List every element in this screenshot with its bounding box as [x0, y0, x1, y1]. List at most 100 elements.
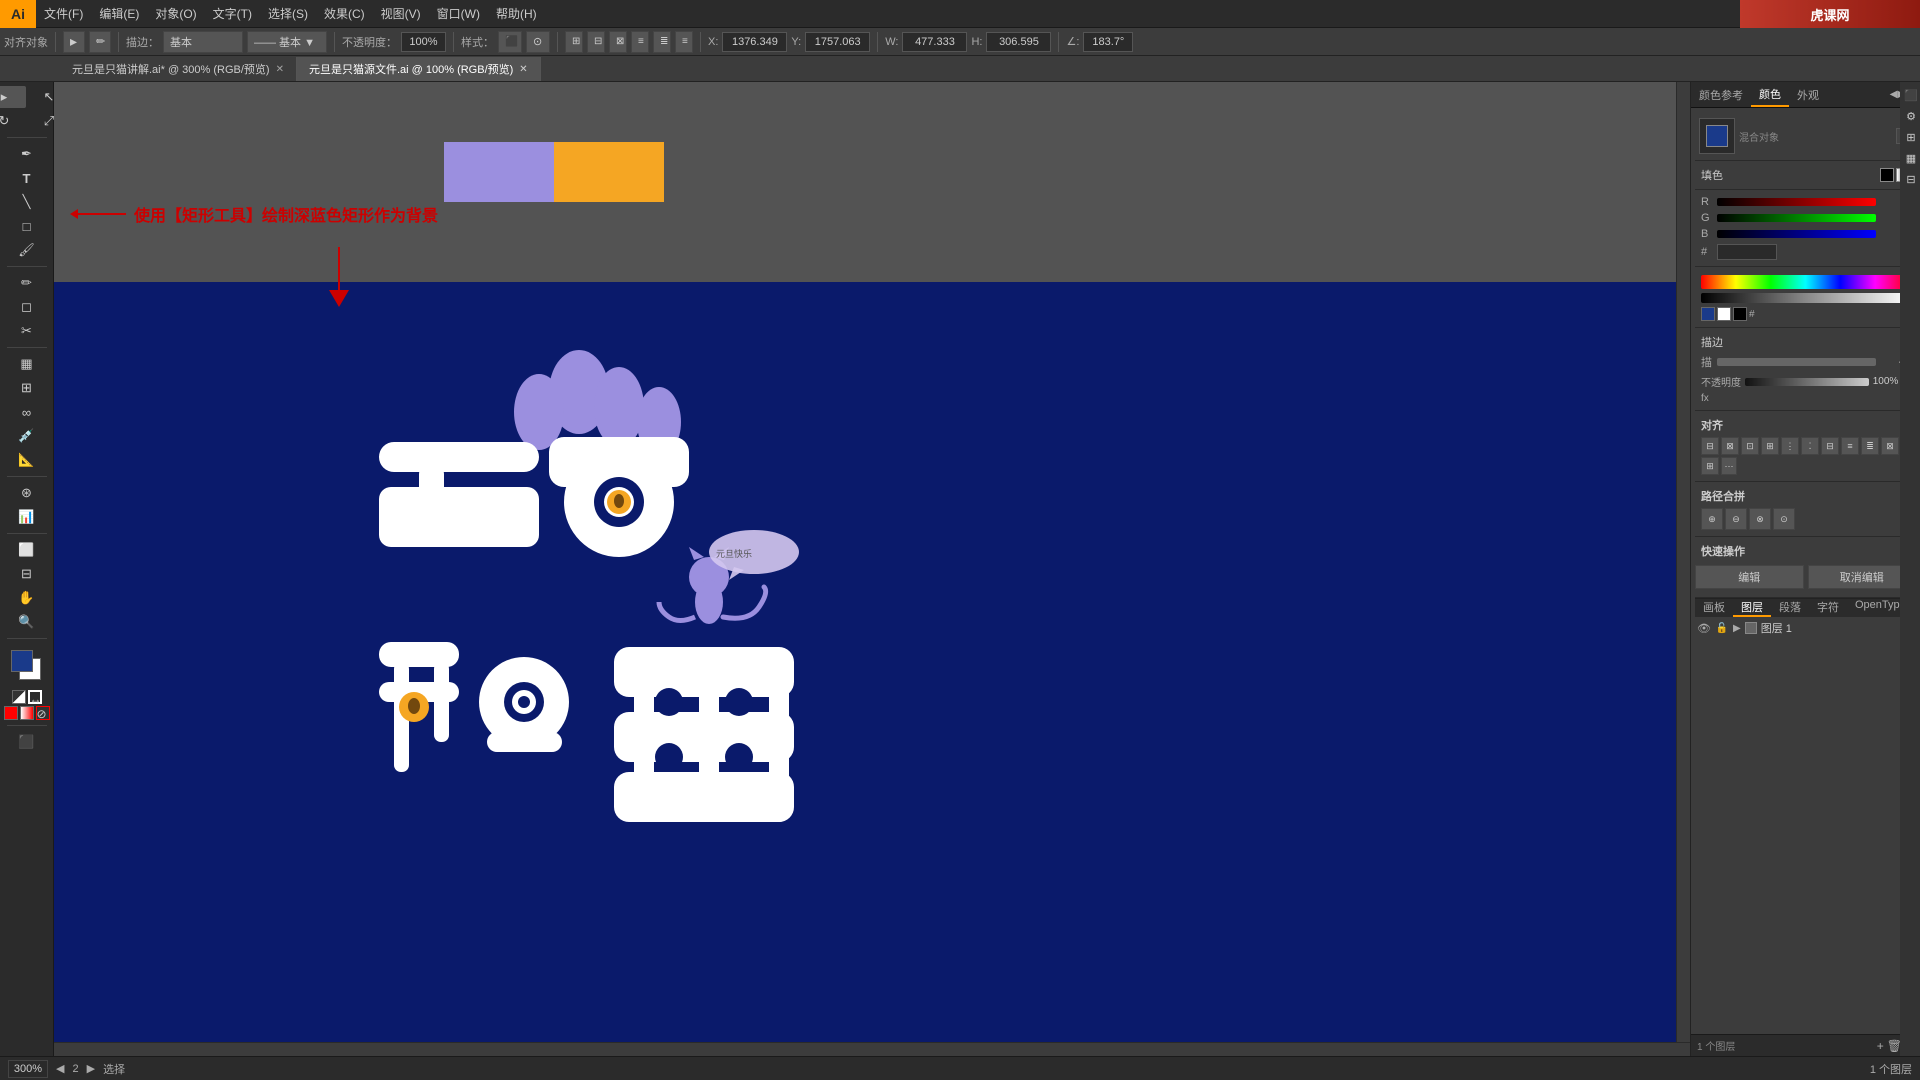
line-tool[interactable]: ╲ — [5, 191, 49, 213]
pen-tool[interactable]: ✒ — [5, 143, 49, 165]
vertical-scrollbar[interactable] — [1676, 82, 1690, 1042]
toolbar-w-input[interactable] — [902, 32, 967, 52]
pencil-tool[interactable]: ✏ — [5, 272, 49, 294]
mesh-tool[interactable]: ⊞ — [5, 377, 49, 399]
fill-color-box[interactable] — [11, 650, 33, 672]
align-btn-11[interactable]: ⊞ — [1701, 457, 1719, 475]
eraser-tool[interactable]: ◻ — [5, 296, 49, 318]
pathfinder-btn-1[interactable]: ⊕ — [1701, 508, 1723, 530]
menu-view[interactable]: 视图(V) — [373, 0, 429, 27]
layer-1-lock[interactable]: 🔓 — [1715, 621, 1729, 635]
nav-prev[interactable]: ◀ — [56, 1062, 64, 1075]
right-tab-color[interactable]: 颜色 — [1751, 82, 1789, 107]
r-slider[interactable] — [1717, 198, 1876, 206]
hex-input[interactable] — [1717, 244, 1777, 260]
toolbar-style-icon[interactable]: ⬛ — [498, 31, 522, 53]
hand-tool[interactable]: ✋ — [5, 587, 49, 609]
bw-spectrum-bar[interactable] — [1701, 293, 1910, 303]
align-btn-8[interactable]: ≡ — [1841, 437, 1859, 455]
toolbar-x-input[interactable] — [722, 32, 787, 52]
color-spectrum-bar[interactable] — [1701, 275, 1910, 289]
selection-tool[interactable]: ▸ — [0, 86, 26, 108]
artboard-tool[interactable]: ⬜ — [5, 539, 49, 561]
rect-tool[interactable]: □ — [5, 215, 49, 237]
layer-1-visibility[interactable]: 👁 — [1697, 621, 1711, 635]
stroke-slider[interactable] — [1717, 358, 1876, 366]
change-screen-mode[interactable]: ⬛ — [5, 731, 49, 753]
type-tool[interactable]: T — [5, 167, 49, 189]
fill-color-swatch[interactable] — [1880, 168, 1894, 182]
zoom-tool[interactable]: 🔍 — [5, 611, 49, 633]
menu-file[interactable]: 文件(F) — [36, 0, 91, 27]
tab-1-close[interactable]: ✕ — [519, 64, 527, 75]
right-panel-icon-5[interactable]: ⊟ — [1902, 170, 1920, 188]
pathfinder-btn-4[interactable]: ⊙ — [1773, 508, 1795, 530]
quick-edit-btn[interactable]: 编辑 — [1695, 565, 1804, 589]
toolbar-h-input[interactable] — [986, 32, 1051, 52]
default-colors-icon[interactable] — [12, 690, 26, 704]
layer-1-expand[interactable]: ▶ — [1733, 623, 1741, 634]
toolbar-angle-input[interactable] — [1083, 32, 1133, 52]
toolbar-select-icon[interactable]: ▸ — [63, 31, 85, 53]
canvas-area[interactable]: 使用【矩形工具】绘制深蓝色矩形作为背景 — [54, 82, 1690, 1056]
align-btn-9[interactable]: ≣ — [1861, 437, 1879, 455]
blend-tool[interactable]: ∞ — [5, 401, 49, 423]
bottom-tab-char[interactable]: 字符 — [1809, 599, 1847, 615]
b-slider[interactable] — [1717, 230, 1876, 238]
align-btn-4[interactable]: ⊞ — [1761, 437, 1779, 455]
zoom-input[interactable] — [8, 1060, 48, 1078]
align-top-btn[interactable]: ≡ — [631, 31, 649, 53]
bottom-tab-artboard[interactable]: 画板 — [1695, 599, 1733, 615]
color-mode-grad[interactable] — [20, 706, 34, 720]
color-mode-solid[interactable] — [4, 706, 18, 720]
right-panel-icon-4[interactable]: ▦ — [1902, 149, 1920, 167]
right-panel-icon-3[interactable]: ⊞ — [1902, 128, 1920, 146]
toolbar-circle-icon[interactable]: ⊙ — [526, 31, 550, 53]
align-btn-7[interactable]: ⊟ — [1821, 437, 1839, 455]
nav-next[interactable]: ▶ — [87, 1062, 95, 1075]
layer-1-row[interactable]: 👁 🔓 ▶ 图层 1 — [1695, 617, 1916, 639]
measure-tool[interactable]: 📐 — [5, 449, 49, 471]
menu-help[interactable]: 帮助(H) — [488, 0, 545, 27]
swatch-white[interactable] — [1717, 307, 1731, 321]
align-right-btn[interactable]: ⊠ — [609, 31, 627, 53]
align-middle-btn[interactable]: ≣ — [653, 31, 671, 53]
opacity-slider[interactable] — [1745, 378, 1869, 386]
toolbar-stroke-value[interactable]: 基本 — [163, 31, 243, 53]
tab-0[interactable]: 元旦是只猫讲解.ai* @ 300% (RGB/预览) ✕ — [60, 57, 297, 81]
horizontal-scrollbar[interactable] — [54, 1042, 1690, 1056]
menu-select[interactable]: 选择(S) — [260, 0, 316, 27]
g-slider[interactable] — [1717, 214, 1876, 222]
menu-text[interactable]: 文字(T) — [205, 0, 260, 27]
menu-edit[interactable]: 编辑(E) — [91, 0, 147, 27]
graph-tool[interactable]: 📊 — [5, 506, 49, 528]
align-btn-2[interactable]: ⊠ — [1721, 437, 1739, 455]
scissors-tool[interactable]: ✂ — [5, 320, 49, 342]
bottom-tab-opentype[interactable]: OpenTyp — [1847, 599, 1908, 611]
add-layer-btn[interactable]: + — [1877, 1039, 1884, 1053]
toolbar-opacity-input[interactable] — [401, 32, 446, 52]
eyedropper-tool[interactable]: 💉 — [5, 425, 49, 447]
toolbar-stroke-dropdown[interactable]: —— 基本 ▼ — [247, 31, 327, 53]
align-btn-3[interactable]: ⊡ — [1741, 437, 1759, 455]
align-btn-1[interactable]: ⊟ — [1701, 437, 1719, 455]
rotate-tool[interactable]: ↻ — [0, 110, 26, 132]
tab-0-close[interactable]: ✕ — [276, 64, 284, 75]
toolbar-y-input[interactable] — [805, 32, 870, 52]
right-panel-icon-2[interactable]: ⚙ — [1902, 107, 1920, 125]
menu-effect[interactable]: 效果(C) — [316, 0, 373, 27]
pathfinder-btn-3[interactable]: ⊗ — [1749, 508, 1771, 530]
right-tab-color-ref[interactable]: 颜色参考 — [1691, 82, 1751, 107]
swap-colors-icon[interactable]: ↔ — [28, 690, 42, 704]
toolbar-pen-icon[interactable]: ✏ — [89, 31, 111, 53]
align-btn-6[interactable]: ⁚ — [1801, 437, 1819, 455]
gradient-tool[interactable]: ▦ — [5, 353, 49, 375]
menu-object[interactable]: 对象(O) — [147, 0, 204, 27]
right-tab-appearance[interactable]: 外观 — [1789, 82, 1827, 107]
bottom-tab-layers[interactable]: 图层 — [1733, 599, 1771, 617]
align-btn-10[interactable]: ⊠ — [1881, 437, 1899, 455]
color-mode-none[interactable]: ⊘ — [36, 706, 50, 720]
pathfinder-btn-2[interactable]: ⊖ — [1725, 508, 1747, 530]
swatch-black[interactable] — [1733, 307, 1747, 321]
right-panel-icon-1[interactable]: ⬛ — [1902, 86, 1920, 104]
